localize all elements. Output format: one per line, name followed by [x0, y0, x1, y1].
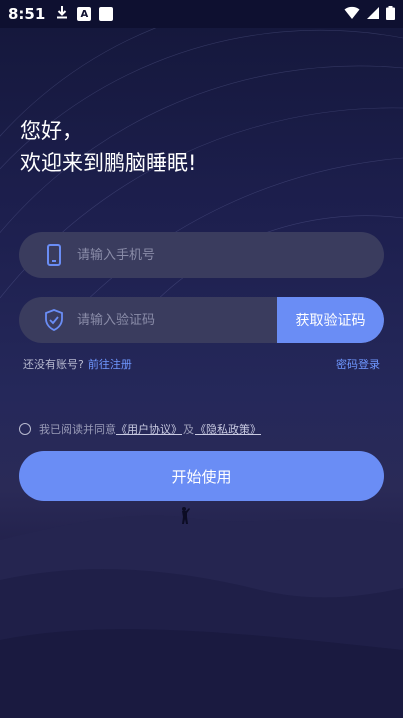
agreement-row: 我已阅读并同意 《用户协议》 及 《隐私政策》 — [19, 421, 261, 437]
battery-icon — [386, 5, 395, 24]
status-time: 8:51 — [8, 5, 46, 23]
register-link[interactable]: 前往注册 — [88, 356, 132, 372]
login-screen: 8:51 A 您好， 欢迎来到鹏脑睡眠! 请输入手机号 请输入验证码 获取验证码… — [0, 0, 403, 718]
agreement-radio[interactable] — [19, 423, 31, 435]
greeting-line-2: 欢迎来到鹏脑睡眠! — [20, 151, 197, 175]
user-agreement-link[interactable]: 《用户协议》 — [116, 421, 182, 437]
signal-icon — [366, 5, 380, 24]
greeting-line-1: 您好， — [20, 119, 83, 143]
privacy-policy-link[interactable]: 《隐私政策》 — [195, 421, 261, 437]
password-login-link[interactable]: 密码登录 — [336, 356, 380, 372]
person-silhouette-icon — [182, 507, 190, 524]
status-bar: 8:51 A — [0, 0, 403, 28]
code-input[interactable] — [75, 311, 269, 329]
phone-input[interactable] — [75, 246, 269, 264]
start-button[interactable]: 开始使用 — [19, 451, 384, 501]
shield-icon — [43, 309, 65, 331]
phone-icon — [43, 244, 65, 266]
wifi-icon — [344, 5, 360, 24]
agreement-and: 及 — [183, 423, 194, 436]
notification-icon — [99, 7, 114, 21]
phone-field[interactable] — [19, 232, 384, 278]
greeting: 您好， 欢迎来到鹏脑睡眠! — [20, 115, 196, 179]
notification-badge: A — [77, 7, 92, 21]
no-account-text: 还没有账号? — [23, 358, 84, 371]
get-code-button[interactable]: 获取验证码 — [277, 297, 384, 343]
code-field[interactable]: 获取验证码 — [19, 297, 384, 343]
account-links: 还没有账号? 前往注册 密码登录 — [23, 356, 380, 372]
download-icon — [55, 5, 69, 23]
agreement-prefix: 我已阅读并同意 — [39, 423, 116, 436]
hills-illustration — [0, 515, 403, 718]
